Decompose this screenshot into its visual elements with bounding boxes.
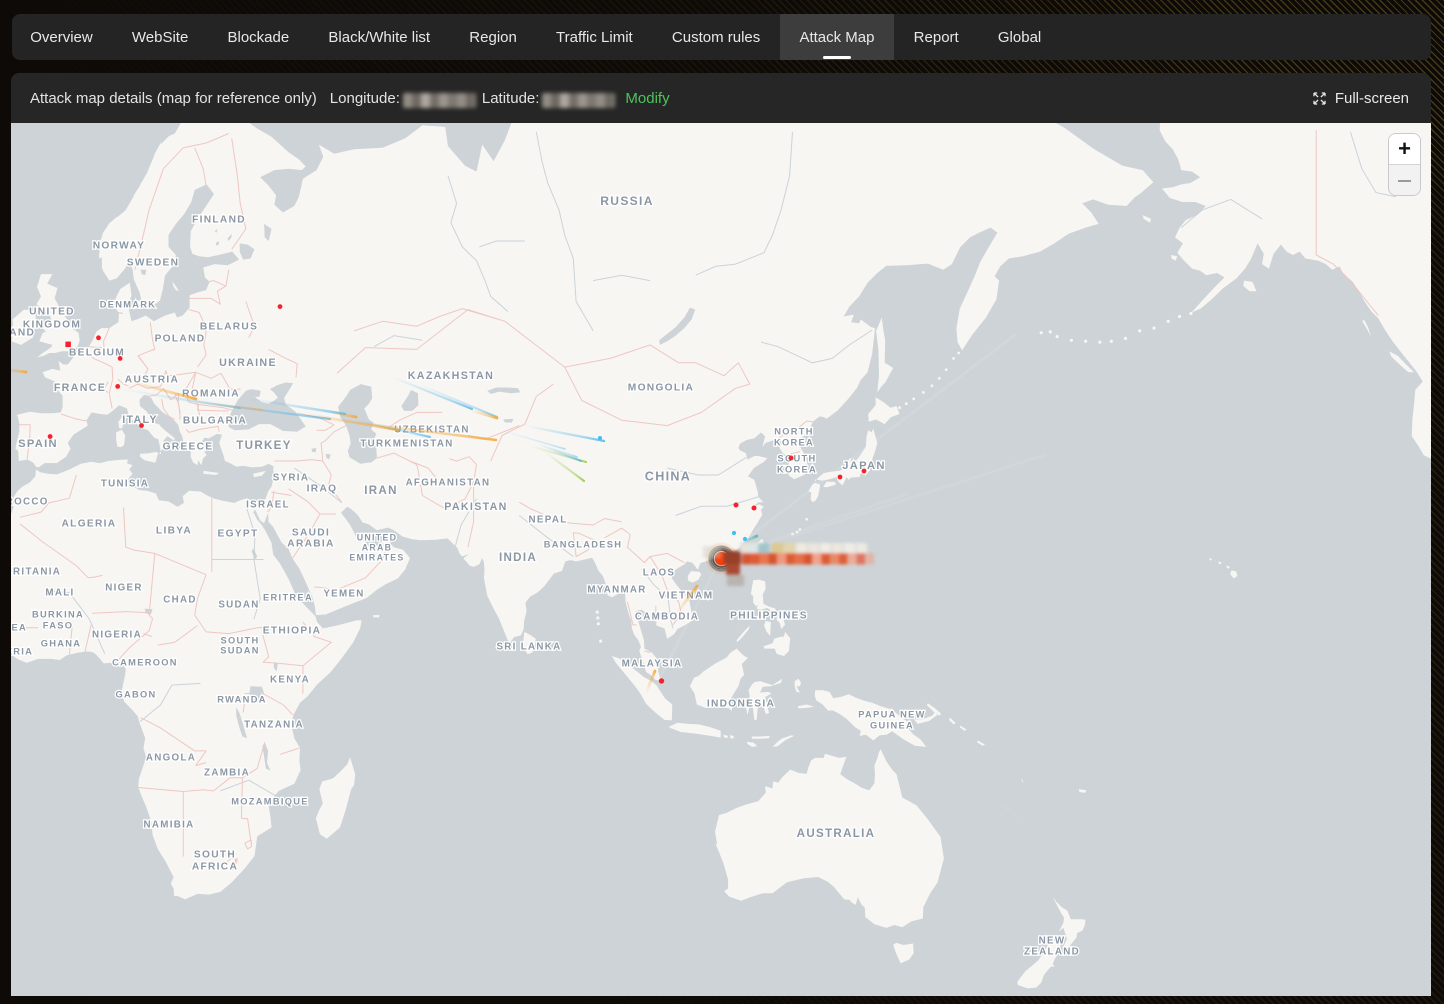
svg-text:NEPAL: NEPAL bbox=[529, 515, 568, 526]
svg-text:LIBERIA: LIBERIA bbox=[11, 646, 33, 656]
svg-text:FASO: FASO bbox=[43, 620, 74, 630]
svg-text:ZAMBIA: ZAMBIA bbox=[204, 768, 250, 779]
svg-text:SOUTH: SOUTH bbox=[194, 850, 236, 861]
svg-text:PAPUA NEW: PAPUA NEW bbox=[858, 709, 925, 719]
svg-text:KOREA: KOREA bbox=[777, 464, 817, 474]
svg-text:SOUTH: SOUTH bbox=[777, 453, 816, 463]
svg-text:SPAIN: SPAIN bbox=[18, 438, 58, 450]
svg-text:CHAD: CHAD bbox=[163, 595, 197, 606]
svg-text:AUSTRIA: AUSTRIA bbox=[125, 375, 179, 386]
svg-text:ERITREA: ERITREA bbox=[263, 592, 313, 602]
svg-text:ETHIOPIA: ETHIOPIA bbox=[263, 626, 322, 637]
svg-text:BANGLADESH: BANGLADESH bbox=[544, 539, 623, 549]
svg-text:IRAN: IRAN bbox=[364, 484, 398, 497]
svg-text:IRELAND: IRELAND bbox=[11, 328, 35, 339]
svg-text:RWANDA: RWANDA bbox=[217, 694, 266, 704]
svg-text:TURKEY: TURKEY bbox=[236, 439, 291, 452]
svg-text:ANGOLA: ANGOLA bbox=[146, 753, 196, 764]
svg-text:ISRAEL: ISRAEL bbox=[246, 500, 290, 511]
svg-text:INDIA: INDIA bbox=[499, 551, 537, 564]
svg-text:PHILIPPINES: PHILIPPINES bbox=[730, 611, 808, 622]
svg-text:CAMEROON: CAMEROON bbox=[112, 657, 178, 667]
svg-text:DENMARK: DENMARK bbox=[100, 299, 157, 309]
svg-text:BELARUS: BELARUS bbox=[200, 322, 258, 333]
svg-text:NIGER: NIGER bbox=[105, 583, 143, 594]
svg-text:FRANCE: FRANCE bbox=[54, 382, 106, 394]
svg-text:NAMIBIA: NAMIBIA bbox=[143, 820, 194, 831]
svg-text:SUDAN: SUDAN bbox=[218, 600, 259, 611]
svg-text:ALGERIA: ALGERIA bbox=[62, 519, 117, 530]
svg-text:TURKMENISTAN: TURKMENISTAN bbox=[360, 439, 453, 450]
svg-text:UNITED: UNITED bbox=[357, 532, 398, 542]
svg-text:GABON: GABON bbox=[115, 689, 156, 699]
svg-text:RUSSIA: RUSSIA bbox=[600, 194, 654, 208]
svg-text:AUSTRALIA: AUSTRALIA bbox=[797, 827, 876, 840]
svg-text:NORWAY: NORWAY bbox=[93, 241, 146, 252]
svg-text:EGYPT: EGYPT bbox=[217, 529, 258, 540]
svg-text:PAKISTAN: PAKISTAN bbox=[444, 501, 507, 513]
svg-text:GUINEA: GUINEA bbox=[11, 622, 27, 632]
svg-text:NIGERIA: NIGERIA bbox=[92, 630, 142, 641]
svg-text:UNITED: UNITED bbox=[29, 307, 75, 318]
svg-text:SAUDI: SAUDI bbox=[292, 528, 330, 539]
svg-text:ZEALAND: ZEALAND bbox=[1024, 947, 1080, 958]
svg-text:CHINA: CHINA bbox=[645, 469, 691, 483]
svg-text:TUNISIA: TUNISIA bbox=[101, 479, 149, 490]
svg-text:ARAB: ARAB bbox=[362, 542, 393, 552]
svg-text:INDONESIA: INDONESIA bbox=[707, 699, 775, 710]
svg-text:TANZANIA: TANZANIA bbox=[244, 720, 304, 731]
svg-text:LIBYA: LIBYA bbox=[156, 526, 192, 537]
svg-text:SWEDEN: SWEDEN bbox=[127, 258, 180, 269]
svg-text:GHANA: GHANA bbox=[41, 638, 82, 648]
svg-text:MOROCCO: MOROCCO bbox=[11, 497, 49, 508]
svg-text:BURKINA: BURKINA bbox=[32, 609, 84, 619]
svg-text:SRI LANKA: SRI LANKA bbox=[496, 642, 561, 653]
svg-text:KOREA: KOREA bbox=[774, 437, 814, 447]
svg-text:UKRAINE: UKRAINE bbox=[219, 357, 277, 369]
svg-text:AFRICA: AFRICA bbox=[192, 862, 238, 873]
svg-text:SUDAN: SUDAN bbox=[220, 645, 260, 655]
svg-text:GUINEA: GUINEA bbox=[870, 720, 914, 730]
svg-text:POLAND: POLAND bbox=[155, 334, 206, 345]
svg-text:GREECE: GREECE bbox=[163, 442, 214, 453]
svg-text:NORTH: NORTH bbox=[774, 426, 814, 436]
svg-text:MYANMAR: MYANMAR bbox=[587, 585, 646, 596]
svg-text:KENYA: KENYA bbox=[270, 675, 310, 686]
svg-text:SYRIA: SYRIA bbox=[273, 473, 309, 484]
svg-text:SOUTH: SOUTH bbox=[220, 635, 259, 645]
svg-text:IRAQ: IRAQ bbox=[307, 484, 338, 495]
svg-text:BELGIUM: BELGIUM bbox=[69, 348, 125, 359]
svg-text:FINLAND: FINLAND bbox=[192, 215, 246, 226]
svg-text:BULGARIA: BULGARIA bbox=[183, 416, 247, 427]
svg-text:LAOS: LAOS bbox=[643, 568, 675, 579]
svg-text:ARABIA: ARABIA bbox=[287, 539, 334, 550]
svg-text:MAURITANIA: MAURITANIA bbox=[11, 567, 61, 578]
svg-text:EMIRATES: EMIRATES bbox=[349, 552, 404, 562]
svg-text:AFGHANISTAN: AFGHANISTAN bbox=[406, 478, 491, 489]
svg-text:MOZAMBIQUE: MOZAMBIQUE bbox=[231, 796, 309, 806]
svg-text:KAZAKHSTAN: KAZAKHSTAN bbox=[408, 370, 494, 382]
svg-text:MALAYSIA: MALAYSIA bbox=[622, 659, 683, 670]
svg-text:MONGOLIA: MONGOLIA bbox=[628, 383, 694, 394]
svg-text:MALI: MALI bbox=[45, 588, 74, 599]
svg-text:YEMEN: YEMEN bbox=[323, 589, 364, 600]
svg-text:NEW: NEW bbox=[1039, 936, 1066, 947]
